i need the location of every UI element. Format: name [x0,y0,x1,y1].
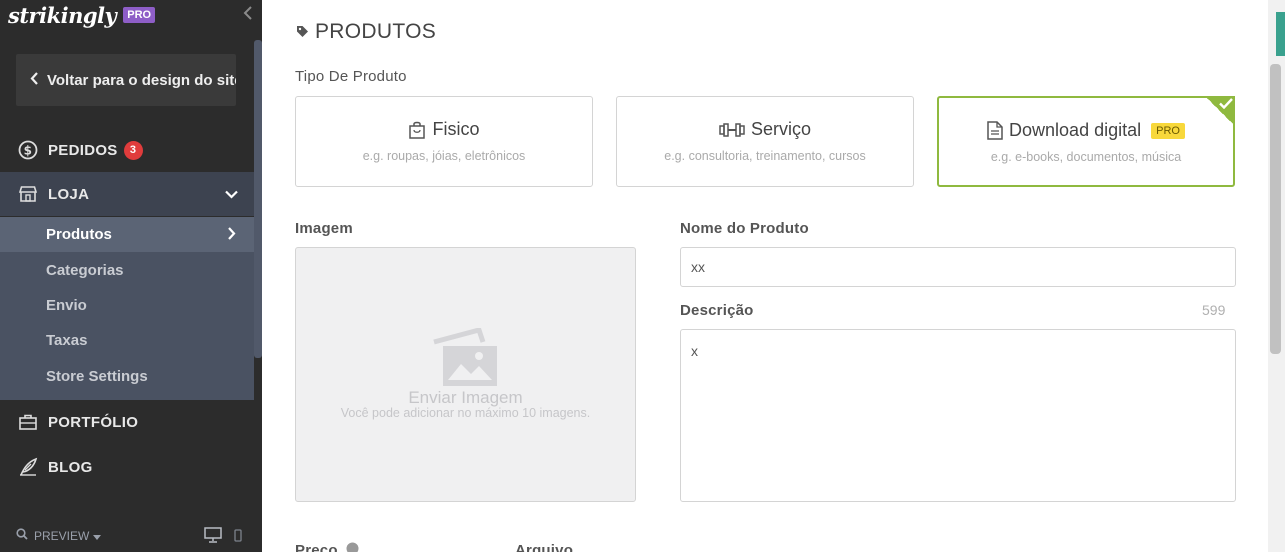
checkmark-icon [1219,98,1233,109]
chevron-down-icon [225,186,238,202]
main-scrollbar-thumb[interactable] [1270,64,1281,354]
dollar-circle-icon: $ [18,140,38,160]
product-name-label: Nome do Produto [680,220,809,237]
sub-item-label: Taxas [46,332,88,349]
type-title-download: Download digital [1009,120,1142,140]
svg-text:$: $ [24,144,33,158]
upload-image-label: Enviar Imagem [408,388,523,407]
sub-item-store-settings[interactable]: Store Settings [0,359,254,394]
page-title: PRODUTOS [296,20,436,44]
price-label: Preço [295,542,359,552]
nav-label-portfolio: PORTFÓLIO [48,413,139,431]
product-type-label: Tipo De Produto [295,68,407,85]
tag-icon [296,20,309,44]
sub-item-label: Store Settings [46,368,148,385]
sub-item-categorias[interactable]: Categorias [0,253,254,288]
nav-label-blog: BLOG [48,458,93,476]
type-card-title: Download digital PRO [939,120,1233,141]
sub-item-label: Envio [46,297,87,314]
type-hint-fisico: e.g. roupas, jóias, eletrônicos [362,149,526,163]
sidebar-scrollbar[interactable] [254,40,262,358]
selected-check-corner [1205,96,1235,126]
store-submenu: Produtos Categorias Envio Taxas Store Se… [0,217,254,400]
type-title-servico: Serviço [750,119,812,139]
pro-badge: PRO [123,7,156,23]
feather-icon [18,457,38,477]
nav-label-pedidos: PEDIDOS [48,141,118,159]
help-icon[interactable] [346,542,359,552]
page-title-text: PRODUTOS [315,20,437,43]
preview-dropdown[interactable]: PREVIEW [16,528,102,543]
file-label: Arquivo [515,542,574,552]
chevron-left-icon [30,72,39,88]
description-textarea[interactable]: x [680,329,1236,502]
desktop-icon[interactable] [204,527,222,548]
image-label: Imagem [295,220,353,237]
type-title-fisico: Fisico [432,119,480,139]
document-icon [987,121,1003,140]
image-upload-area[interactable]: Enviar Imagem Você pode adicionar no máx… [295,247,636,502]
device-preview-toggle [204,527,242,548]
product-editor: PRODUTOS Tipo De Produto Fisico e.g. rou… [262,0,1268,552]
sub-item-produtos[interactable]: Produtos [0,217,254,252]
back-to-design-label: Voltar para o design do site [47,71,236,89]
orders-count-badge: 3 [123,140,143,160]
price-label-text: Preço [295,542,338,552]
caret-down-icon [93,529,102,543]
description-label: Descrição [680,302,754,319]
nav-item-portfolio[interactable]: PORTFÓLIO [0,400,254,444]
product-name-input[interactable]: xx [680,247,1236,287]
back-to-design-button[interactable]: Voltar para o design do site [16,54,236,106]
upload-image-hint: Você pode adicionar no máximo 10 imagens… [340,406,591,420]
type-card-fisico[interactable]: Fisico e.g. roupas, jóias, eletrônicos [295,96,593,187]
sub-item-label: Categorias [46,262,124,279]
logo[interactable]: strikingly [8,3,117,28]
sub-item-label: Produtos [46,226,112,243]
nav-label-loja: LOJA [48,185,90,203]
image-upload-icon [431,326,503,395]
background-edge [1276,12,1285,56]
description-char-counter: 599 [1202,302,1226,318]
preview-label: PREVIEW [34,528,90,543]
chevron-right-icon [227,226,236,243]
type-card-title: Serviço [617,119,913,140]
briefcase-icon [18,412,38,432]
type-card-title: Fisico [296,119,592,140]
sidebar: strikingly PRO Voltar para o design do s… [0,0,262,552]
type-card-servico[interactable]: Serviço e.g. consultoria, treinamento, c… [616,96,914,187]
mobile-icon[interactable] [234,528,242,547]
nav-item-loja[interactable]: LOJA [0,172,254,216]
sub-item-envio[interactable]: Envio [0,288,254,323]
nav-item-blog[interactable]: BLOG [0,445,254,489]
nav-item-pedidos[interactable]: $ PEDIDOS 3 [0,128,254,172]
search-icon [16,528,28,543]
logo-row: strikingly PRO [8,3,156,28]
pro-badge: PRO [1151,122,1185,139]
type-hint-servico: e.g. consultoria, treinamento, cursos [664,149,866,163]
sub-item-taxas[interactable]: Taxas [0,323,254,358]
shopping-bag-icon [409,121,426,139]
dumbbell-icon [719,122,745,137]
collapse-sidebar-icon[interactable] [243,6,253,25]
type-hint-download: e.g. e-books, documentos, música [990,150,1182,164]
type-card-download-digital[interactable]: Download digital PRO e.g. e-books, docum… [937,96,1235,187]
store-icon [18,184,38,204]
